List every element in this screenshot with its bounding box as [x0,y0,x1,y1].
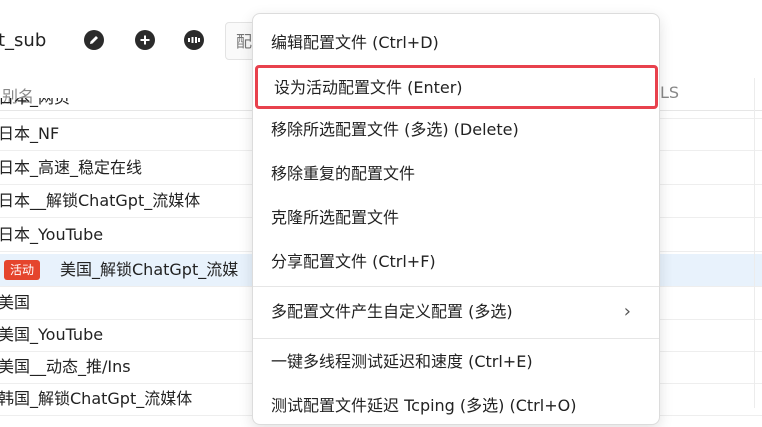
menu-item-share-profile[interactable]: 分享配置文件 (Ctrl+F) [253,241,659,283]
menu-item-custom-config[interactable]: 多配置文件产生自定义配置 (多选) › [253,291,659,333]
menu-item-edit-profile[interactable]: 编辑配置文件 (Ctrl+D) [253,22,659,64]
subscription-name[interactable]: t_sub [0,30,46,51]
menu-separator [253,338,659,339]
menu-item-tcping-test[interactable]: 测试配置文件延迟 Tcping (多选) (Ctrl+O) [253,385,659,427]
pencil-icon[interactable] [84,30,104,50]
menu-item-multithread-test[interactable]: 一键多线程测试延迟和速度 (Ctrl+E) [253,341,659,383]
row-name: 日本_YouTube [0,225,104,244]
chevron-right-icon: › [623,301,631,322]
context-menu: 编辑配置文件 (Ctrl+D) 设为活动配置文件 (Enter) 移除所选配置文… [252,13,660,425]
row-name: 日本_NF [0,124,60,143]
row-name: 日本__解锁ChatGpt_流媒体 [0,191,201,210]
menu-item-remove-selected[interactable]: 移除所选配置文件 (多选) (Delete) [253,109,659,151]
row-name: 韩国_解锁ChatGpt_流媒体 [0,389,193,408]
row-name: 美国__动态_推/Ins [0,357,131,376]
row-name: 美国_解锁ChatGpt_流媒 [60,260,239,279]
menu-item-clone-selected[interactable]: 克隆所选配置文件 [253,197,659,239]
menu-item-label: 多配置文件产生自定义配置 (多选) [271,302,513,321]
plus-icon[interactable] [135,30,155,50]
row-name: 美国_YouTube [0,325,104,344]
menu-item-set-active-profile[interactable]: 设为活动配置文件 (Enter) [255,65,658,109]
menu-separator [253,286,659,287]
row-name: 日本_网页 [0,98,70,106]
column-divider [754,78,755,408]
active-badge: 活动 [4,260,41,280]
row-name: 日本_高速_稳定在线 [0,158,143,177]
menu-item-remove-duplicates[interactable]: 移除重复的配置文件 [253,153,659,195]
row-name: 美国 [0,293,31,312]
more-icon[interactable] [184,30,204,50]
